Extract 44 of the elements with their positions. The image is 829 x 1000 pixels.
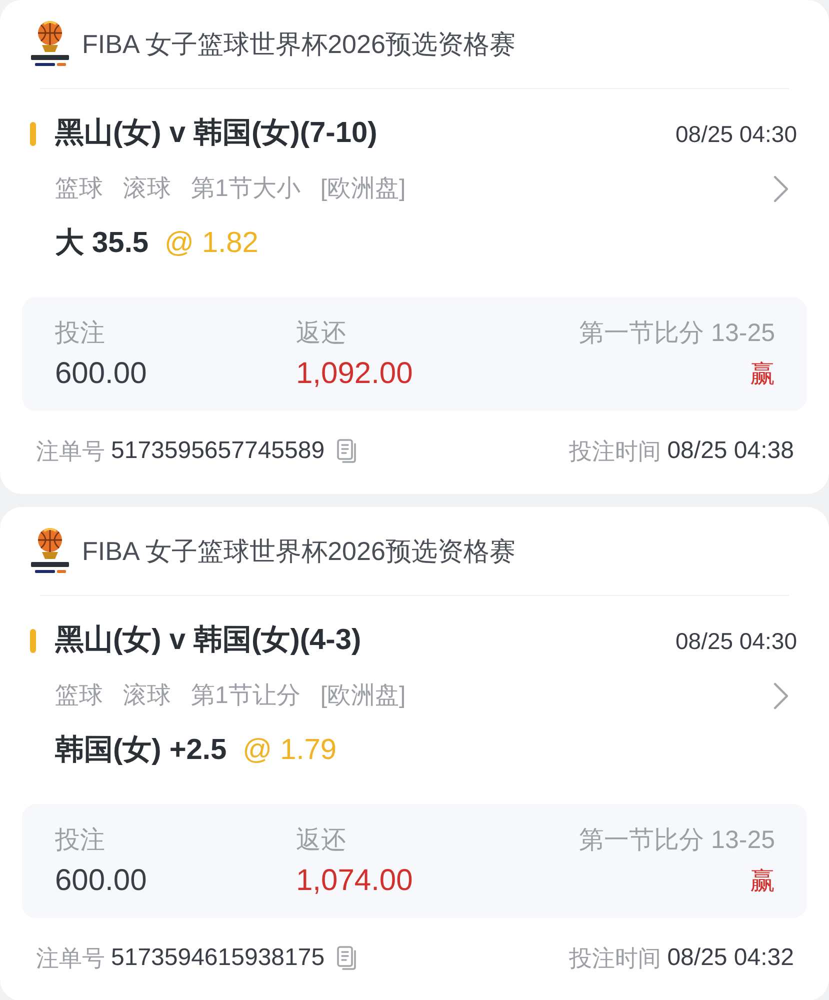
selection-pick: 韩国(女) +2.5 — [55, 733, 227, 768]
bet-result: 赢 — [750, 359, 775, 390]
match-time: 08/25 04:30 — [675, 120, 797, 149]
match-time: 08/25 04:30 — [675, 626, 797, 656]
ticket-label: 注单号 — [36, 436, 105, 466]
league-title: FIBA 女子篮球世界杯2026预选资格赛 — [82, 28, 516, 60]
market-tag: 篮球 — [55, 171, 103, 207]
stake-amount: 600.00 — [55, 356, 148, 392]
market-tag: [欧洲盘] — [320, 678, 406, 714]
market-tag: 第1节大小 — [191, 171, 300, 207]
bet-time-label: 投注时间 — [569, 436, 662, 466]
bet-result: 赢 — [750, 866, 775, 897]
chevron-right-icon[interactable] — [773, 682, 789, 710]
match-title: 黑山(女) v 韩国(女)(7-10) — [55, 116, 378, 152]
ticket-label: 注单号 — [36, 944, 105, 973]
market-tag: 第1节让分 — [191, 678, 300, 714]
ticket-number: 5173594615938175 — [111, 943, 325, 973]
selection-odds: @ 1.79 — [242, 733, 337, 768]
chevron-right-icon[interactable] — [773, 175, 789, 203]
accent-bar-icon — [30, 629, 36, 653]
market-tag: 滚球 — [123, 678, 171, 714]
copy-icon[interactable] — [336, 438, 357, 464]
market-tag: 滚球 — [123, 171, 171, 207]
return-label: 返还 — [296, 825, 347, 856]
return-amount: 1,074.00 — [296, 863, 414, 899]
return-label: 返还 — [296, 318, 347, 349]
match-title: 黑山(女) v 韩国(女)(4-3) — [55, 623, 362, 658]
bet-time-label: 投注时间 — [569, 944, 662, 973]
period-score: 第一节比分 13-25 — [579, 825, 775, 856]
bet-time: 08/25 04:38 — [667, 436, 794, 466]
market-tag: 篮球 — [55, 678, 103, 714]
stake-label: 投注 — [55, 825, 106, 856]
selection-odds: @ 1.82 — [164, 226, 258, 262]
selection-pick: 大 35.5 — [55, 226, 148, 262]
period-score: 第一节比分 13-25 — [579, 318, 775, 349]
market-tag: [欧洲盘] — [320, 171, 406, 207]
stake-label: 投注 — [55, 318, 106, 349]
return-amount: 1,092.00 — [296, 356, 414, 392]
bet-time: 08/25 04:32 — [667, 943, 794, 973]
stake-amount: 600.00 — [55, 863, 148, 899]
league-title: FIBA 女子篮球世界杯2026预选资格赛 — [82, 534, 516, 568]
ticket-number: 5173595657745589 — [111, 436, 325, 466]
copy-icon[interactable] — [336, 946, 357, 970]
accent-bar-icon — [30, 122, 36, 146]
